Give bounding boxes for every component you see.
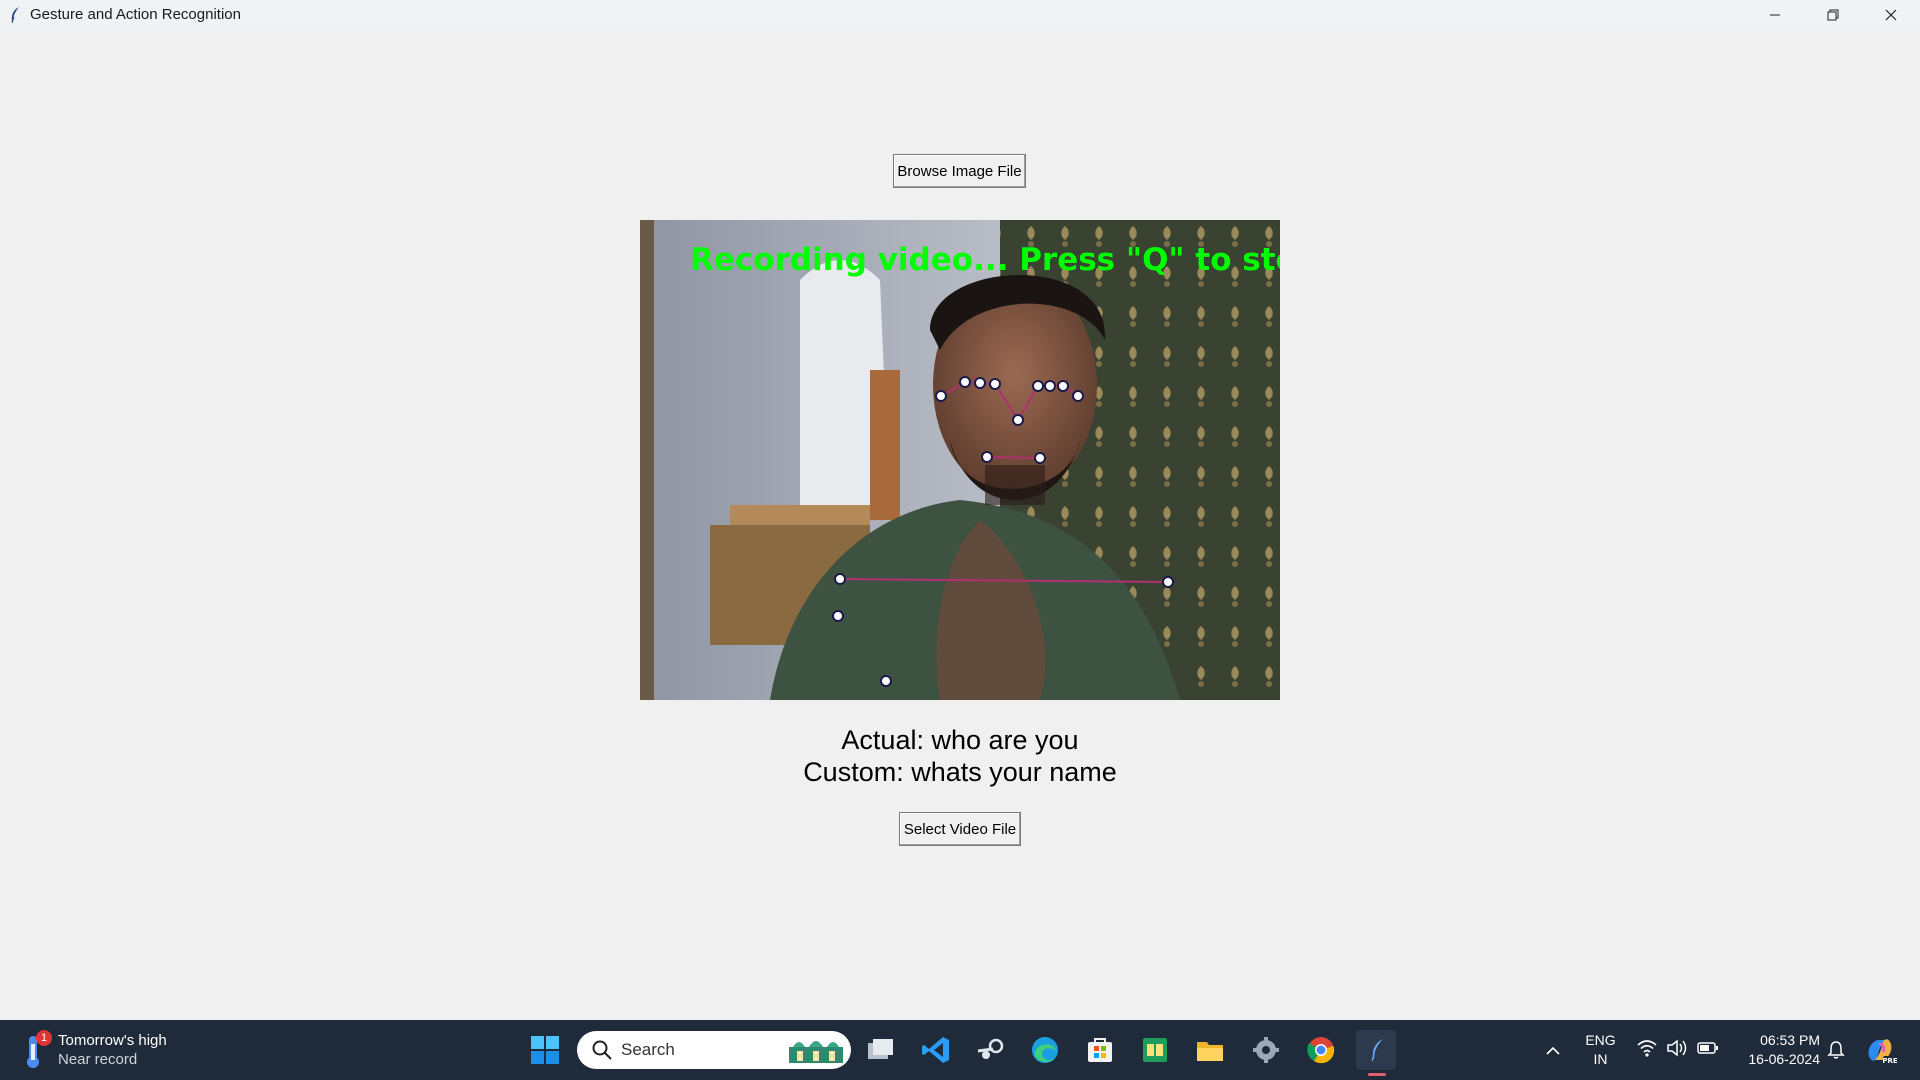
minimize-icon: [1770, 14, 1780, 15]
volume-icon: [1667, 1039, 1687, 1057]
settings-button[interactable]: [1246, 1030, 1286, 1070]
chrome-button[interactable]: [1301, 1030, 1341, 1070]
vscode-icon: [922, 1037, 949, 1063]
restore-icon: [1827, 9, 1839, 20]
task-view-icon: [868, 1039, 893, 1059]
close-icon: [1885, 9, 1897, 20]
video-preview: Recording video... Press "Q" to stop!: [640, 220, 1280, 700]
svg-text:PRE: PRE: [1882, 1057, 1897, 1065]
restore-button[interactable]: [1804, 0, 1862, 29]
weather-notification-badge: 1: [36, 1030, 52, 1046]
store-icon: [1088, 1038, 1112, 1062]
language-region: IN: [1593, 1051, 1608, 1067]
recording-overlay-text: Recording video... Press "Q" to stop!: [690, 242, 1280, 278]
system-tray-icons[interactable]: [1636, 1038, 1720, 1058]
language-code: ENG: [1585, 1032, 1616, 1048]
video-frame-image: Recording video... Press "Q" to stop!: [640, 220, 1280, 700]
title-bar[interactable]: Gesture and Action Recognition: [0, 0, 1920, 29]
steam-icon: [977, 1038, 1004, 1059]
start-icon: [531, 1036, 559, 1064]
edge-icon: [1032, 1037, 1058, 1063]
battery-icon: [1697, 1042, 1718, 1054]
weather-subtitle: Near record: [58, 1051, 138, 1068]
browse-image-button[interactable]: Browse Image File: [893, 154, 1026, 188]
start-button[interactable]: [525, 1030, 565, 1070]
file-explorer-button[interactable]: [1190, 1030, 1230, 1070]
feather-icon: [8, 5, 22, 25]
edge-button[interactable]: [1025, 1030, 1065, 1070]
file-explorer-icon: [1197, 1042, 1223, 1061]
search-highlight-icon: [789, 1041, 843, 1063]
weather-widget[interactable]: 1 Tomorrow's high Near record: [20, 1028, 167, 1072]
python-feather-icon: [1371, 1039, 1383, 1062]
steam-button[interactable]: [971, 1030, 1011, 1070]
python-app-button[interactable]: [1356, 1030, 1396, 1076]
minimize-button[interactable]: [1746, 0, 1804, 29]
select-video-button[interactable]: Select Video File: [899, 812, 1021, 846]
active-app-indicator: [1368, 1073, 1386, 1076]
window-title: Gesture and Action Recognition: [30, 6, 241, 23]
show-hidden-icons-button[interactable]: [1543, 1036, 1563, 1064]
copilot-button[interactable]: PRE: [1863, 1034, 1898, 1066]
clock-time: 06:53 PM: [1760, 1032, 1820, 1048]
chrome-icon: [1307, 1037, 1335, 1064]
actual-result-label: Actual: who are you: [841, 725, 1079, 755]
bell-icon: [1827, 1041, 1845, 1059]
app-window: Gesture and Action Recognition Browse Im…: [0, 0, 1920, 1020]
vscode-button[interactable]: [916, 1030, 956, 1070]
taskbar: [0, 1020, 1920, 1080]
notifications-button[interactable]: [1825, 1038, 1847, 1062]
settings-icon: [1253, 1037, 1279, 1063]
clock[interactable]: 06:53 PM 16-06-2024: [1735, 1031, 1820, 1069]
store-button[interactable]: [1080, 1030, 1120, 1070]
close-button[interactable]: [1862, 0, 1920, 29]
sheets-button[interactable]: [1135, 1030, 1175, 1070]
language-indicator[interactable]: ENG IN: [1578, 1031, 1623, 1069]
custom-result-label: Custom: whats your name: [803, 757, 1117, 787]
weather-title: Tomorrow's high: [58, 1032, 167, 1049]
task-view-button[interactable]: [861, 1030, 901, 1070]
sheets-icon: [1143, 1038, 1167, 1062]
search-icon: [592, 1040, 612, 1060]
search-placeholder: Search: [621, 1040, 675, 1059]
thermometer-icon: 1: [20, 1030, 52, 1070]
copilot-icon: PRE: [1868, 1039, 1898, 1065]
taskbar-search[interactable]: Search: [577, 1031, 851, 1069]
wifi-icon: [1637, 1040, 1657, 1057]
chevron-up-icon: [1546, 1046, 1560, 1055]
clock-date: 16-06-2024: [1748, 1051, 1820, 1067]
